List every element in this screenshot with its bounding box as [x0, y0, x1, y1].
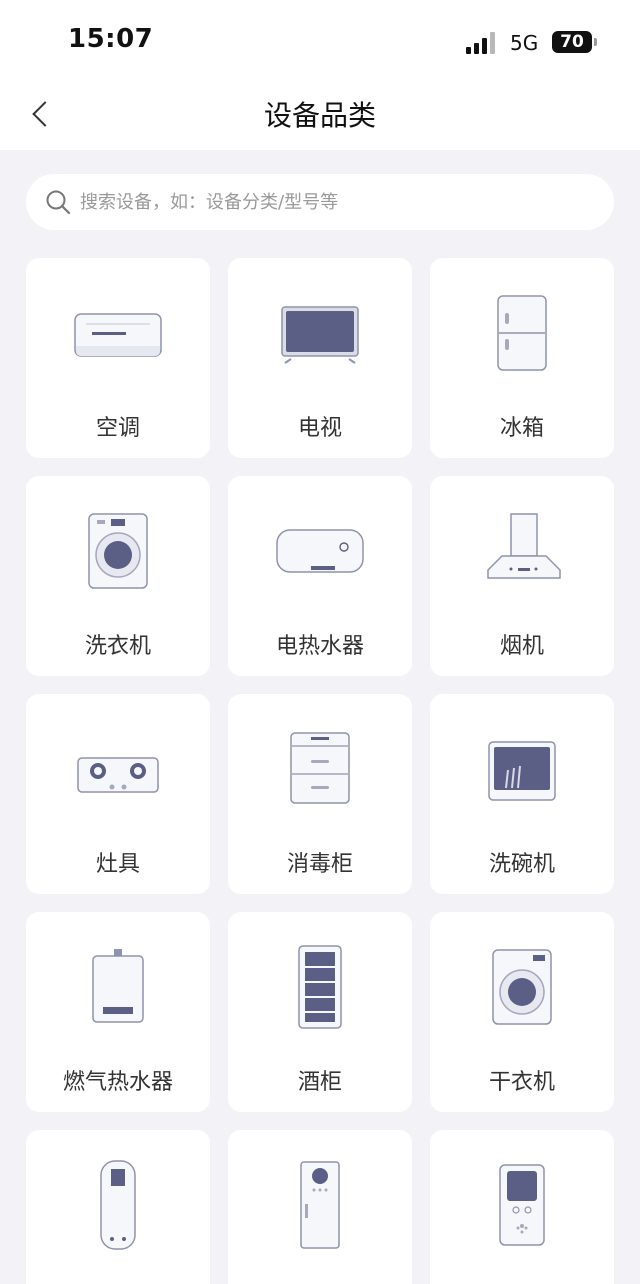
category-card-dishwasher[interactable]: 洗碗机: [430, 694, 614, 894]
navigation-bar: 设备品类: [0, 84, 640, 150]
search-icon: [46, 190, 71, 215]
network-type: 5G: [510, 31, 539, 55]
wine-cabinet-icon: [298, 945, 342, 1029]
device-search-input[interactable]: [80, 174, 600, 230]
category-card-disinfection-cabinet[interactable]: 消毒柜: [228, 694, 412, 894]
vertical-water-heater-icon: [100, 1160, 136, 1250]
category-label: 干衣机: [488, 1070, 555, 1095]
category-card-range-hood[interactable]: 烟机: [430, 476, 614, 676]
device-search-box[interactable]: [26, 174, 614, 230]
washing-machine-icon: [88, 513, 148, 589]
device-category-grid: 空调 电视 冰箱 洗衣机 电热水器 烟机 灶具 消毒柜 洗碗机 燃气热水器 酒柜…: [26, 258, 614, 1284]
battery-icon: 70: [552, 31, 597, 53]
category-card-gas-stove[interactable]: 灶具: [26, 694, 210, 894]
category-card-washing-machine[interactable]: 洗衣机: [26, 476, 210, 676]
category-card-cabinet-appliance[interactable]: [228, 1130, 412, 1284]
signal-strength-icon: [466, 32, 502, 54]
disinfection-cabinet-icon: [290, 732, 350, 804]
air-purifier-icon: [499, 1164, 545, 1246]
category-label: 电视: [297, 416, 342, 441]
category-card-dryer[interactable]: 干衣机: [430, 912, 614, 1112]
category-label: 洗衣机: [84, 634, 151, 659]
category-label: 灶具: [95, 852, 140, 877]
category-label: 消毒柜: [286, 852, 353, 877]
category-card-air-conditioner[interactable]: 空调: [26, 258, 210, 458]
refrigerator-icon: [497, 295, 547, 371]
status-time: 15:07: [68, 24, 154, 54]
category-card-wine-cabinet[interactable]: 酒柜: [228, 912, 412, 1112]
category-label: 空调: [95, 416, 140, 441]
category-card-tv[interactable]: 电视: [228, 258, 412, 458]
category-label: 酒柜: [297, 1070, 342, 1095]
category-label: 电热水器: [275, 634, 364, 659]
category-card-vertical-water-heater[interactable]: [26, 1130, 210, 1284]
electric-water-heater-icon: [276, 529, 364, 573]
category-card-electric-water-heater[interactable]: 电热水器: [228, 476, 412, 676]
gas-water-heater-icon: [92, 949, 144, 1023]
tv-icon: [281, 306, 359, 364]
category-label: 燃气热水器: [62, 1070, 173, 1095]
air-conditioner-icon: [74, 313, 162, 357]
category-label: 烟机: [499, 634, 544, 659]
range-hood-icon: [487, 513, 561, 579]
page-title: 设备品类: [263, 99, 376, 132]
category-label: 冰箱: [499, 416, 544, 441]
cabinet-appliance-icon: [300, 1161, 340, 1249]
category-card-gas-water-heater[interactable]: 燃气热水器: [26, 912, 210, 1112]
category-card-air-purifier[interactable]: [430, 1130, 614, 1284]
category-card-refrigerator[interactable]: 冰箱: [430, 258, 614, 458]
category-label: 洗碗机: [488, 852, 555, 877]
dishwasher-icon: [488, 741, 556, 801]
gas-stove-icon: [77, 757, 159, 793]
status-bar: 15:07 5G 70: [0, 0, 640, 84]
dryer-icon: [492, 949, 552, 1025]
